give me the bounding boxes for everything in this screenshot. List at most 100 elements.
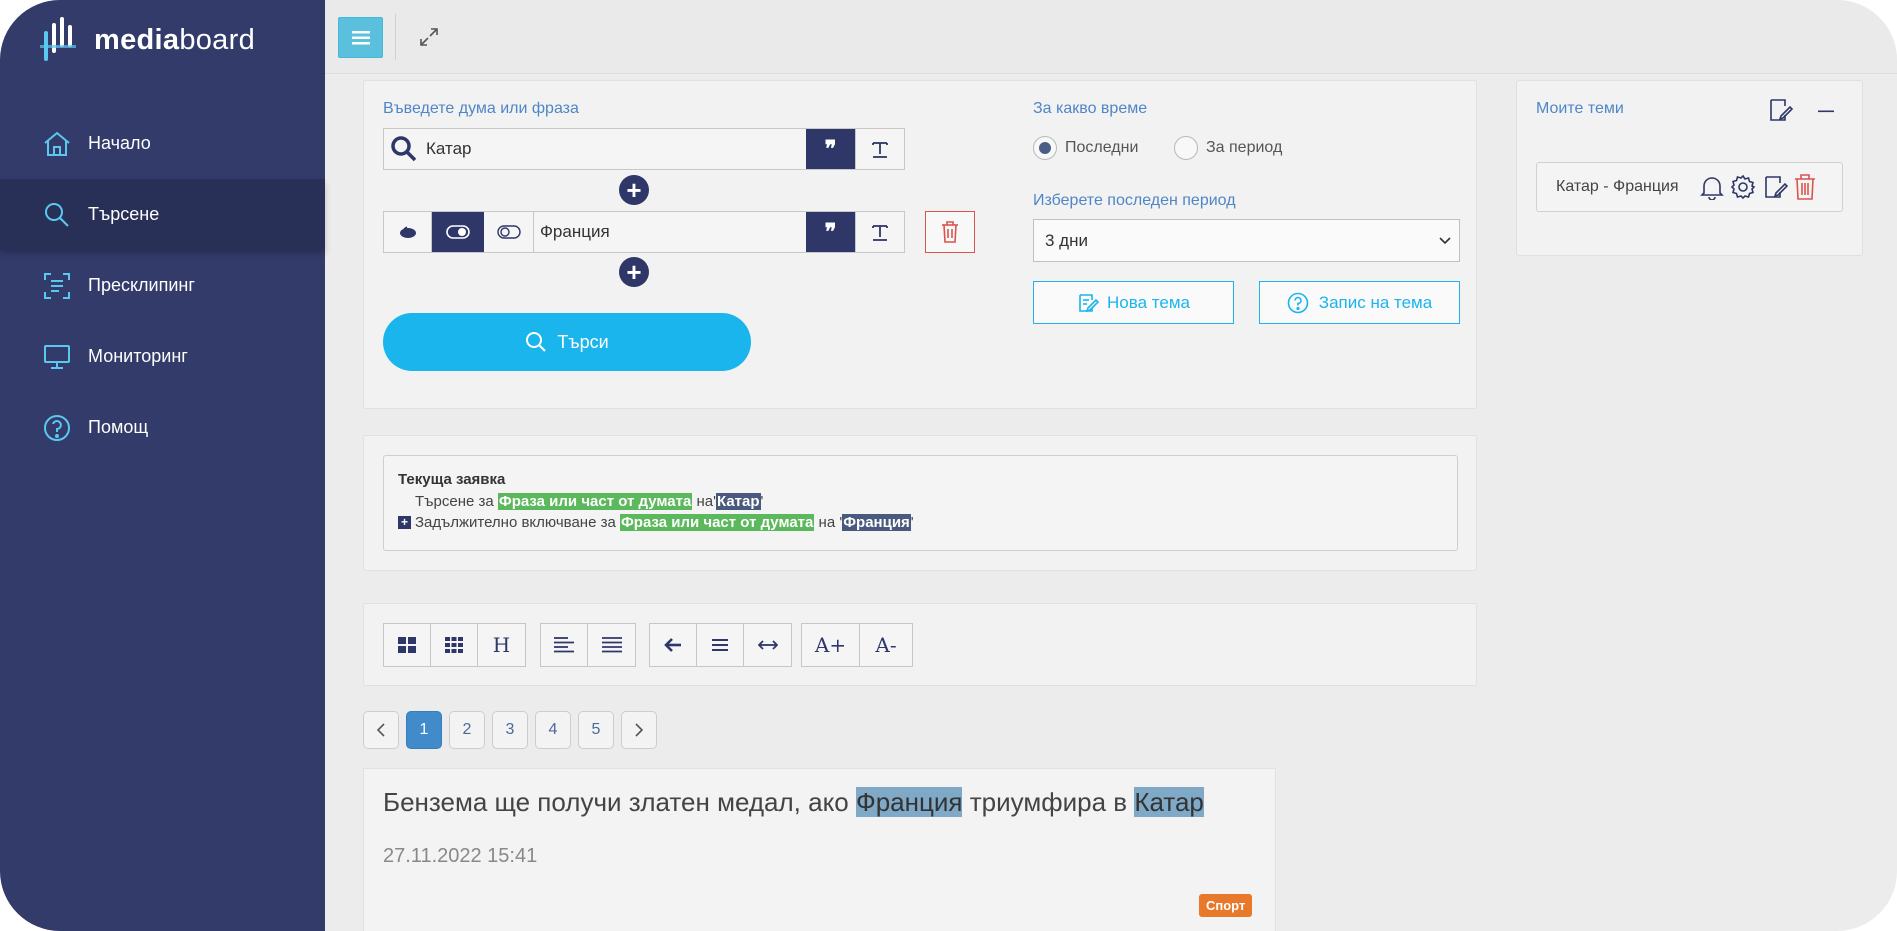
period-select-value: 3 дни <box>1045 230 1088 250</box>
hamburger-icon <box>351 30 370 44</box>
term2-field[interactable]: Франция <box>534 212 806 252</box>
edit-icon[interactable] <box>1764 174 1788 200</box>
grid-small-button[interactable] <box>431 624 478 666</box>
page-3-button[interactable]: 3 <box>492 711 528 749</box>
toggle-off-button[interactable] <box>484 212 534 252</box>
new-topic-button[interactable]: Нова тема <box>1033 281 1234 324</box>
align-left-button[interactable] <box>541 624 588 666</box>
chevron-left-icon <box>377 723 385 737</box>
align-left-icon <box>554 637 574 653</box>
plus-square-icon[interactable]: + <box>398 516 411 529</box>
font-increase-button[interactable]: A+ <box>802 624 860 666</box>
logo-icon <box>40 17 76 61</box>
highlight: Франция <box>855 787 963 817</box>
help-icon <box>1287 292 1309 313</box>
sidebar-item-help[interactable]: Помощ <box>0 392 325 463</box>
sidebar-item-label: Помощ <box>88 417 149 437</box>
my-topics-title: Моите теми <box>1536 100 1624 117</box>
monitor-icon <box>44 344 70 369</box>
term2-value: Франция <box>540 222 610 241</box>
arrow-left-icon <box>664 638 681 652</box>
article-title[interactable]: Бензема ще получи златен медал, ако Фран… <box>383 787 1204 818</box>
prev-page-button[interactable] <box>363 711 399 749</box>
next-page-button[interactable] <box>621 711 657 749</box>
topic-item-label: Катар - Франция <box>1556 178 1679 195</box>
sidebar-item-home[interactable]: Начало <box>0 108 325 179</box>
query-title: Текуща заявка <box>398 471 506 488</box>
sidebar-item-label: Начало <box>88 133 151 153</box>
exact-phrase-button[interactable]: ❞ <box>806 129 855 169</box>
sidebar: mediaboard Начало Търсене Пресклипинг Мо… <box>0 0 325 931</box>
radio-period[interactable] <box>1174 136 1198 160</box>
text-icon <box>872 225 888 241</box>
full-width-button[interactable] <box>744 624 791 666</box>
page-5-button[interactable]: 5 <box>578 711 614 749</box>
query-line-1: Търсене за Фраза или част от думата на'К… <box>415 493 764 510</box>
edit-icon[interactable] <box>1768 97 1794 123</box>
sidebar-nav: Начало Търсене Пресклипинг Мониторинг По… <box>0 108 325 463</box>
list-icon <box>712 639 728 651</box>
article-card[interactable]: Бензема ще получи златен медал, ако Фран… <box>363 768 1276 931</box>
delete-term-button[interactable] <box>925 211 975 253</box>
minimize-icon[interactable] <box>1818 110 1834 114</box>
radio-last-label: Последни <box>1065 139 1139 156</box>
topic-item[interactable]: Катар - Франция <box>1536 162 1843 212</box>
exclude-mode-button[interactable] <box>384 212 432 252</box>
add-term-button-1[interactable]: + <box>619 175 649 205</box>
text-mode-button[interactable] <box>855 129 904 169</box>
search-icon <box>526 332 547 352</box>
list-button[interactable] <box>697 624 744 666</box>
sidebar-item-label: Пресклипинг <box>88 275 195 295</box>
grid-large-button[interactable] <box>384 624 431 666</box>
logo-text: mediaboard <box>94 23 255 56</box>
layout-tool-group: H <box>383 623 526 667</box>
font-decrease-label: A- <box>875 633 897 657</box>
pagination: 1 2 3 4 5 <box>363 711 664 749</box>
page-1-button[interactable]: 1 <box>406 711 442 749</box>
save-topic-label: Запис на тема <box>1318 292 1433 312</box>
term-badge: Франция <box>842 514 911 531</box>
expand-icon[interactable] <box>417 25 441 49</box>
page-2-button[interactable]: 2 <box>449 711 485 749</box>
category-badge[interactable]: Спорт <box>1199 894 1253 917</box>
back-button[interactable] <box>650 624 697 666</box>
radio-last[interactable] <box>1033 136 1057 160</box>
quote-icon: ❞ <box>824 219 837 244</box>
radio-period-option[interactable]: За период <box>1174 136 1282 160</box>
font-increase-label: A+ <box>814 633 847 657</box>
headline-button[interactable]: H <box>478 624 525 666</box>
toggle-on-button[interactable] <box>432 212 484 252</box>
period-select[interactable]: 3 дни <box>1033 219 1460 262</box>
text-mode-button[interactable] <box>855 212 904 252</box>
font-decrease-button[interactable]: A- <box>860 624 912 666</box>
topbar <box>325 0 1897 74</box>
new-topic-label: Нова тема <box>1107 292 1190 312</box>
sidebar-item-monitoring[interactable]: Мониторинг <box>0 321 325 392</box>
bell-icon[interactable] <box>1700 174 1724 200</box>
term-badge: Катар <box>716 493 761 510</box>
chevron-right-icon <box>635 723 643 737</box>
search-icon <box>391 136 417 162</box>
page-4-button[interactable]: 4 <box>535 711 571 749</box>
trash-icon[interactable] <box>1794 174 1816 200</box>
term1-field[interactable]: Катар <box>384 129 806 169</box>
add-term-button-2[interactable]: + <box>619 257 649 287</box>
sidebar-item-search[interactable]: Търсене <box>0 179 325 250</box>
logo[interactable]: mediaboard <box>40 14 255 66</box>
sidebar-item-pressclipping[interactable]: Пресклипинг <box>0 250 325 321</box>
grid-large-icon <box>398 637 416 653</box>
app-window: mediaboard Начало Търсене Пресклипинг Мо… <box>0 0 1897 931</box>
chevron-down-icon <box>1439 237 1451 245</box>
menu-toggle-button[interactable] <box>338 17 383 58</box>
trash-icon <box>942 221 958 243</box>
sidebar-item-label: Търсене <box>88 204 160 224</box>
gear-icon[interactable] <box>1730 174 1756 200</box>
save-topic-button[interactable]: Запис на тема <box>1259 281 1460 324</box>
term1-input-group: Катар ❞ <box>383 128 905 170</box>
grid-small-icon <box>445 637 463 653</box>
search-button[interactable]: Търси <box>383 313 751 371</box>
exact-phrase-button[interactable]: ❞ <box>806 212 855 252</box>
justify-button[interactable] <box>588 624 635 666</box>
width-tool-group <box>649 623 792 667</box>
radio-last-option[interactable]: Последни <box>1033 136 1138 160</box>
